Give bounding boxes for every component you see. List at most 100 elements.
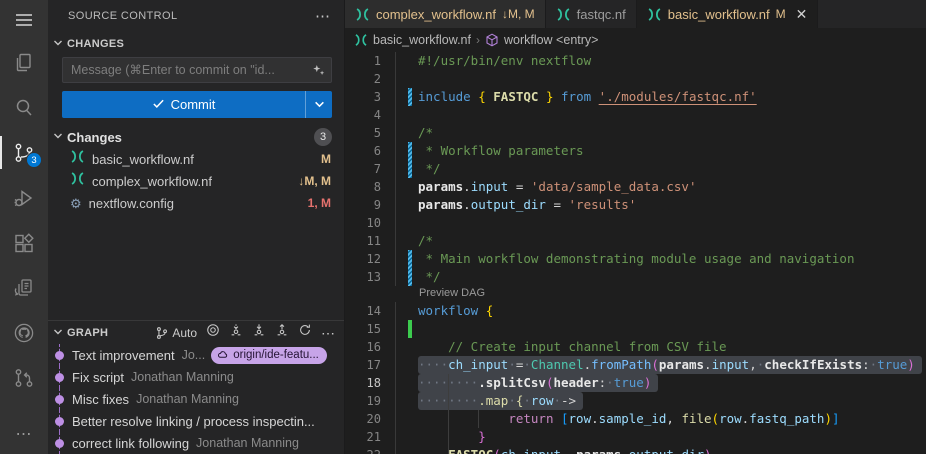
check-icon [152, 97, 165, 113]
code-text: ····ch_input·=·Channel.fromPath(params.i… [418, 356, 922, 374]
references-icon[interactable] [0, 265, 48, 310]
code-line[interactable]: 10 [345, 214, 926, 232]
code-line[interactable]: 9params.output_dir = 'results' [345, 196, 926, 214]
commit-row[interactable]: Misc fixes Jonathan Manning [48, 388, 344, 410]
line-number: 21 [345, 428, 395, 446]
nextflow-file-icon [70, 149, 85, 169]
code-line[interactable]: 5/* [345, 124, 926, 142]
tab-basic-workflow-active[interactable]: basic_workflow.nf M ✕ [637, 0, 819, 28]
code-line[interactable]: 8params.input = 'data/sample_data.csv' [345, 178, 926, 196]
changes-section-header[interactable]: CHANGES [48, 32, 344, 55]
commit-message-input[interactable] [62, 57, 332, 83]
tab-complex-workflow[interactable]: complex_workflow.nf ↓M, M [345, 0, 546, 28]
graph-rail [48, 344, 72, 366]
codelens-preview-dag[interactable]: Preview DAG [345, 286, 926, 302]
sidebar-title-bar: SOURCE CONTROL ⋯ [48, 0, 344, 32]
explorer-icon[interactable] [0, 40, 48, 85]
code-text: #!/usr/bin/env nextflow [418, 52, 591, 70]
pull-request-icon[interactable] [0, 355, 48, 400]
line-number: 1 [345, 52, 395, 70]
sparkle-ai-icon[interactable] [311, 62, 326, 82]
git-modified-marker [408, 88, 412, 106]
line-number: 10 [345, 214, 395, 232]
code-line[interactable]: 22 FASTQC(ch_input, params.output_dir) [345, 446, 926, 454]
github-icon[interactable] [0, 310, 48, 355]
commit-dot [55, 417, 64, 426]
breadcrumb-file[interactable]: basic_workflow.nf [373, 33, 471, 47]
code-line[interactable]: 7 */ [345, 160, 926, 178]
file-row-basic-workflow[interactable]: basic_workflow.nf M [48, 148, 344, 170]
sidebar-spacer [48, 214, 344, 320]
line-number: 13 [345, 268, 395, 286]
menu-icon[interactable] [0, 0, 48, 40]
source-control-icon[interactable]: 3 [0, 130, 48, 175]
gutter [395, 160, 418, 178]
code-line[interactable]: 11/* [345, 232, 926, 250]
code-line[interactable]: 4 [345, 106, 926, 124]
changes-group-header[interactable]: Changes 3 [48, 126, 344, 148]
tab-bar: complex_workflow.nf ↓M, M fastqc.nf basi… [345, 0, 926, 28]
code-line[interactable]: 2 [345, 70, 926, 88]
line-number: 4 [345, 106, 395, 124]
code-line[interactable]: 19········.map·{·row·-> [345, 392, 926, 410]
vscode-window: 3 ⋯ SOURCE CONTROL ⋯ CHANGE [0, 0, 926, 454]
refresh-icon[interactable] [298, 323, 312, 342]
target-icon[interactable] [206, 323, 220, 342]
breadcrumb-separator: › [476, 33, 480, 47]
auto-label: Auto [172, 326, 197, 340]
nextflow-file-icon [70, 171, 85, 191]
code-line[interactable]: 17····ch_input·=·Channel.fromPath(params… [345, 356, 926, 374]
branch-ref-badge[interactable]: origin/ide-featu... [211, 347, 327, 364]
commit-message: Misc fixes [72, 392, 129, 407]
file-row-nextflow-config[interactable]: ⚙ nextflow.config 1, M [48, 192, 344, 214]
line-number: 11 [345, 232, 395, 250]
commit-dropdown-chevron-icon[interactable] [306, 99, 332, 110]
gutter [395, 268, 418, 286]
fetch-icon[interactable] [229, 323, 243, 342]
line-number: 3 [345, 88, 395, 106]
commit-row[interactable]: Text improvement Jo... origin/ide-featu.… [48, 344, 344, 366]
graph-more-actions-icon[interactable]: ⋯ [321, 328, 336, 338]
code-line[interactable]: 13 */ [345, 268, 926, 286]
commit-row[interactable]: Better resolve linking / process inspect… [48, 410, 344, 432]
commit-author: Jonathan Manning [136, 392, 239, 406]
line-number: 2 [345, 70, 395, 88]
gutter [395, 52, 418, 70]
code-line[interactable]: 18········.splitCsv(header:·true) [345, 374, 926, 392]
sidebar-more-actions-icon[interactable]: ⋯ [315, 7, 330, 25]
code-text: workflow { [418, 302, 493, 320]
gutter [395, 338, 418, 356]
extensions-icon[interactable] [0, 220, 48, 265]
code-line[interactable]: 21 } [345, 428, 926, 446]
breadcrumb-symbol[interactable]: workflow <entry> [504, 33, 598, 47]
additional-views-icon[interactable]: ⋯ [0, 416, 48, 452]
code-text: params.input = 'data/sample_data.csv' [418, 178, 696, 196]
code-line[interactable]: 1 #!/usr/bin/env nextflow [345, 52, 926, 70]
close-icon[interactable]: ✕ [796, 7, 808, 21]
line-number: 19 [345, 392, 395, 410]
run-debug-icon[interactable] [0, 175, 48, 220]
code-line[interactable]: 20 return [row.sample_id, file(row.fastq… [345, 410, 926, 428]
commit-row[interactable]: Fix script Jonathan Manning [48, 366, 344, 388]
pull-icon[interactable] [252, 323, 266, 342]
code-line[interactable]: 14workflow { [345, 302, 926, 320]
indent-guide [448, 392, 449, 410]
file-row-complex-workflow[interactable]: complex_workflow.nf ↓M, M [48, 170, 344, 192]
tab-fastqc[interactable]: fastqc.nf [546, 0, 637, 28]
push-icon[interactable] [275, 323, 289, 342]
code-line[interactable]: 6 * Workflow parameters [345, 142, 926, 160]
commit-row[interactable]: correct link following Jonathan Manning [48, 432, 344, 454]
code-text: */ [418, 268, 441, 286]
tab-git-decoration: ↓M, M [502, 7, 535, 21]
code-line[interactable]: 15 [345, 320, 926, 338]
commit-dot [55, 439, 64, 448]
graph-section-header[interactable]: GRAPH Auto [48, 320, 344, 344]
gutter [395, 232, 418, 250]
code-line[interactable]: 3include { FASTQC } from './modules/fast… [345, 88, 926, 106]
code-line[interactable]: 16 // Create input channel from CSV file [345, 338, 926, 356]
code-line[interactable]: 12 * Main workflow demonstrating module … [345, 250, 926, 268]
search-icon[interactable] [0, 85, 48, 130]
auto-branch-picker[interactable]: Auto [155, 326, 197, 340]
commit-button[interactable]: Commit [62, 91, 332, 118]
git-modified-marker [408, 142, 412, 160]
